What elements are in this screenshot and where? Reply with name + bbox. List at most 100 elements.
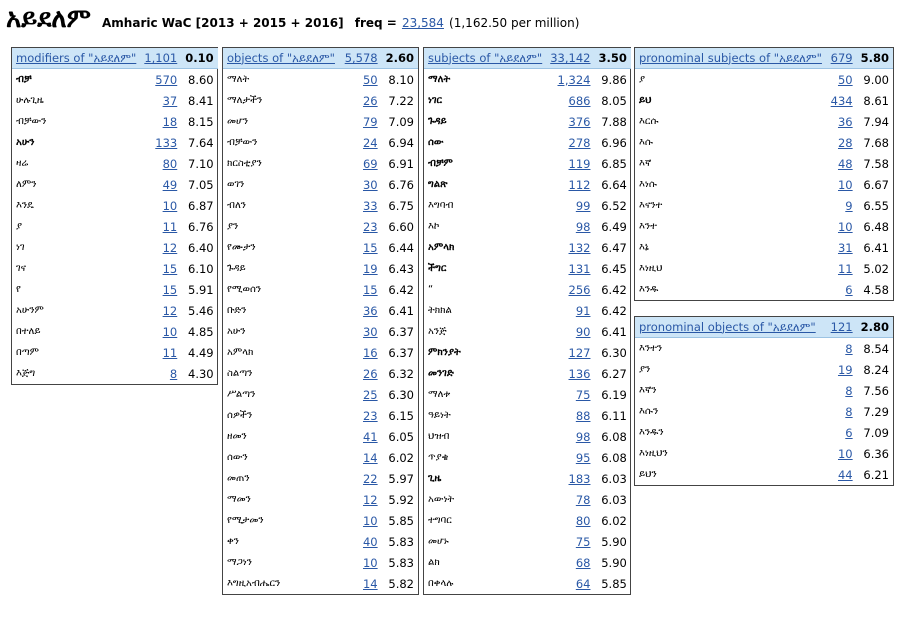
panel-count-link[interactable]: 679 bbox=[831, 51, 853, 65]
collocate-freq-link[interactable]: 31 bbox=[827, 237, 857, 258]
collocate-freq-link[interactable]: 15 bbox=[340, 237, 381, 258]
collocate-freq-link[interactable]: 133 bbox=[140, 132, 181, 153]
panel-title-link[interactable]: objects of "አይደለም" bbox=[227, 51, 335, 65]
collocate-freq-link[interactable]: 98 bbox=[546, 426, 594, 447]
collocate-freq-link[interactable]: 69 bbox=[340, 153, 381, 174]
collocate-freq-link[interactable]: 8 bbox=[826, 338, 857, 360]
panel-count-link[interactable]: 5,578 bbox=[345, 51, 378, 65]
panel-count[interactable]: 121 bbox=[825, 317, 857, 338]
panel-title-link[interactable]: modifiers of "አይደለም" bbox=[16, 51, 136, 65]
collocate-freq-link[interactable]: 30 bbox=[340, 174, 381, 195]
panel-title-link[interactable]: subjects of "አይደለም" bbox=[428, 51, 542, 65]
collocate-freq-link[interactable]: 11 bbox=[140, 342, 181, 363]
panel-title[interactable]: subjects of "አይደለም" bbox=[424, 48, 547, 69]
panel-title[interactable]: pronominal subjects of "አይደለም" bbox=[635, 48, 827, 69]
collocate-freq-link[interactable]: 10 bbox=[826, 443, 857, 464]
collocate-freq-link[interactable]: 119 bbox=[546, 153, 594, 174]
collocate-freq-link[interactable]: 37 bbox=[140, 90, 181, 111]
collocate-freq-link[interactable]: 88 bbox=[546, 405, 594, 426]
collocate-freq-link[interactable]: 23 bbox=[340, 216, 381, 237]
panel-count[interactable]: 679 bbox=[826, 48, 857, 69]
collocate-freq-link[interactable]: 44 bbox=[826, 464, 857, 485]
collocate-freq-link[interactable]: 50 bbox=[340, 69, 381, 91]
collocate-freq-link[interactable]: 12 bbox=[140, 237, 181, 258]
collocate-freq-link[interactable]: 10 bbox=[140, 195, 181, 216]
collocate-freq-link[interactable]: 131 bbox=[546, 258, 594, 279]
collocate-freq-link[interactable]: 99 bbox=[546, 195, 594, 216]
panel-count[interactable]: 33,142 bbox=[546, 48, 595, 69]
collocate-freq-link[interactable]: 36 bbox=[827, 111, 857, 132]
collocate-freq-link[interactable]: 15 bbox=[140, 258, 181, 279]
collocate-freq-link[interactable]: 132 bbox=[546, 237, 594, 258]
collocate-freq-link[interactable]: 278 bbox=[546, 132, 594, 153]
collocate-freq-link[interactable]: 79 bbox=[340, 111, 381, 132]
collocate-freq-link[interactable]: 8 bbox=[826, 401, 857, 422]
collocate-freq-link[interactable]: 112 bbox=[546, 174, 594, 195]
collocate-freq-link[interactable]: 30 bbox=[340, 321, 381, 342]
collocate-freq-link[interactable]: 6 bbox=[826, 422, 857, 443]
collocate-freq-link[interactable]: 80 bbox=[140, 153, 181, 174]
collocate-freq-link[interactable]: 16 bbox=[340, 342, 381, 363]
collocate-freq-link[interactable]: 26 bbox=[340, 363, 381, 384]
collocate-freq-link[interactable]: 50 bbox=[827, 69, 857, 91]
collocate-freq-link[interactable]: 26 bbox=[340, 90, 381, 111]
collocate-freq-link[interactable]: 11 bbox=[827, 258, 857, 279]
collocate-freq-link[interactable]: 19 bbox=[340, 258, 381, 279]
collocate-freq-link[interactable]: 8 bbox=[140, 363, 181, 384]
collocate-freq-link[interactable]: 75 bbox=[546, 384, 594, 405]
collocate-freq-link[interactable]: 91 bbox=[546, 300, 594, 321]
panel-title-link[interactable]: pronominal subjects of "አይደለም" bbox=[639, 51, 822, 65]
collocate-freq-link[interactable]: 183 bbox=[546, 468, 594, 489]
collocate-freq-link[interactable]: 1,324 bbox=[546, 69, 594, 91]
collocate-freq-link[interactable]: 64 bbox=[546, 573, 594, 594]
collocate-freq-link[interactable]: 95 bbox=[546, 447, 594, 468]
collocate-freq-link[interactable]: 36 bbox=[340, 300, 381, 321]
collocate-freq-link[interactable]: 15 bbox=[140, 279, 181, 300]
collocate-freq-link[interactable]: 80 bbox=[546, 510, 594, 531]
collocate-freq-link[interactable]: 686 bbox=[546, 90, 594, 111]
collocate-freq-link[interactable]: 22 bbox=[340, 468, 381, 489]
collocate-freq-link[interactable]: 90 bbox=[546, 321, 594, 342]
collocate-freq-link[interactable]: 12 bbox=[140, 300, 181, 321]
collocate-freq-link[interactable]: 8 bbox=[826, 380, 857, 401]
collocate-freq-link[interactable]: 41 bbox=[340, 426, 381, 447]
collocate-freq-link[interactable]: 78 bbox=[546, 489, 594, 510]
collocate-freq-link[interactable]: 75 bbox=[546, 531, 594, 552]
collocate-freq-link[interactable]: 10 bbox=[140, 321, 181, 342]
freq-link[interactable]: 23,584 bbox=[402, 16, 444, 30]
collocate-freq-link[interactable]: 40 bbox=[340, 531, 381, 552]
collocate-freq-link[interactable]: 19 bbox=[826, 359, 857, 380]
collocate-freq-link[interactable]: 28 bbox=[827, 132, 857, 153]
panel-title[interactable]: objects of "አይደለም" bbox=[223, 48, 341, 69]
collocate-freq-link[interactable]: 9 bbox=[827, 195, 857, 216]
collocate-freq-link[interactable]: 49 bbox=[140, 174, 181, 195]
collocate-freq-link[interactable]: 14 bbox=[340, 447, 381, 468]
panel-title[interactable]: modifiers of "አይደለም" bbox=[12, 48, 141, 69]
panel-title[interactable]: pronominal objects of "አይደለም" bbox=[635, 317, 826, 338]
collocate-freq-link[interactable]: 18 bbox=[140, 111, 181, 132]
collocate-freq-link[interactable]: 570 bbox=[140, 69, 181, 91]
collocate-freq-link[interactable]: 10 bbox=[827, 174, 857, 195]
panel-count-link[interactable]: 33,142 bbox=[550, 51, 590, 65]
collocate-freq-link[interactable]: 33 bbox=[340, 195, 381, 216]
collocate-freq-link[interactable]: 23 bbox=[340, 405, 381, 426]
collocate-freq-link[interactable]: 136 bbox=[546, 363, 594, 384]
collocate-freq-link[interactable]: 68 bbox=[546, 552, 594, 573]
collocate-freq-link[interactable]: 10 bbox=[340, 552, 381, 573]
collocate-freq-link[interactable]: 127 bbox=[546, 342, 594, 363]
collocate-freq-link[interactable]: 25 bbox=[340, 384, 381, 405]
collocate-freq-link[interactable]: 11 bbox=[140, 216, 181, 237]
panel-count[interactable]: 1,101 bbox=[140, 48, 182, 69]
collocate-freq-link[interactable]: 10 bbox=[340, 510, 381, 531]
collocate-freq-link[interactable]: 15 bbox=[340, 279, 381, 300]
collocate-freq-link[interactable]: 48 bbox=[827, 153, 857, 174]
panel-count-link[interactable]: 1,101 bbox=[144, 51, 177, 65]
collocate-freq-link[interactable]: 14 bbox=[340, 573, 381, 594]
collocate-freq-link[interactable]: 10 bbox=[827, 216, 857, 237]
collocate-freq-link[interactable]: 12 bbox=[340, 489, 381, 510]
collocate-freq-link[interactable]: 98 bbox=[546, 216, 594, 237]
collocate-freq-link[interactable]: 434 bbox=[827, 90, 857, 111]
panel-title-link[interactable]: pronominal objects of "አይደለም" bbox=[639, 320, 816, 334]
panel-count[interactable]: 5,578 bbox=[340, 48, 382, 69]
collocate-freq-link[interactable]: 6 bbox=[827, 279, 857, 300]
